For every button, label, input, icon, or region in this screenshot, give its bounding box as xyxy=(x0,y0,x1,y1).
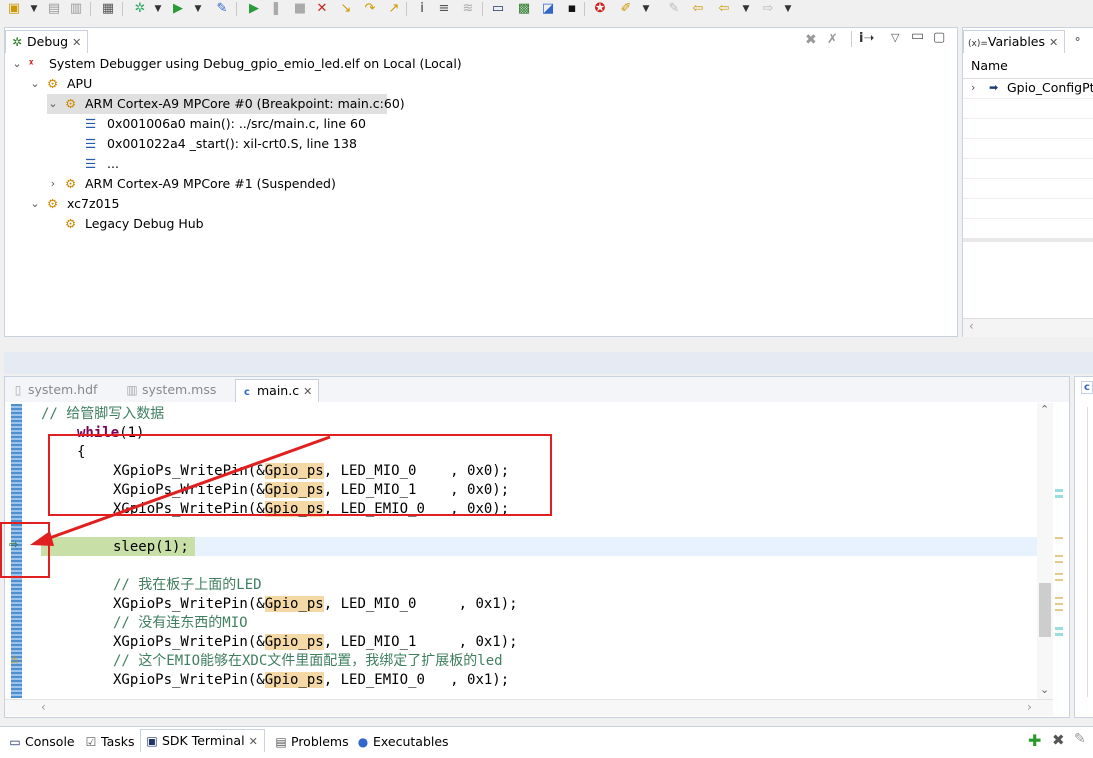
bottom-panel-tabs: ▭ Console ☑ Tasks ▣ SDK Terminal ✕ ▤ Problems… xyxy=(0,726,1093,758)
executables-icon: ● xyxy=(357,735,369,749)
console-icon: ▭ xyxy=(9,735,21,749)
tab-label: Console xyxy=(25,734,75,749)
tab-sdk-terminal[interactable]: ▣ SDK Terminal ✕ xyxy=(140,729,265,752)
problems-icon: ▤ xyxy=(275,735,287,749)
close-icon[interactable]: ✕ xyxy=(249,735,258,748)
tab-console[interactable]: ▭ Console xyxy=(8,731,75,753)
remove-icon[interactable]: ✖ xyxy=(1052,731,1065,749)
terminal-icon: ▣ xyxy=(146,734,158,748)
tab-executables[interactable]: ● Executables xyxy=(356,731,449,753)
tab-label: Tasks xyxy=(101,734,135,749)
tab-label: Problems xyxy=(291,734,349,749)
add-icon[interactable]: ✚ xyxy=(1028,731,1041,750)
tab-label: Executables xyxy=(373,734,449,749)
tab-tasks[interactable]: ☑ Tasks xyxy=(84,731,135,753)
tab-problems[interactable]: ▤ Problems xyxy=(274,731,349,753)
clear-icon[interactable]: ✎ xyxy=(1074,731,1086,747)
tab-label: SDK Terminal xyxy=(162,733,245,748)
annotation-arrow xyxy=(30,435,331,546)
tasks-icon: ☑ xyxy=(85,735,97,749)
